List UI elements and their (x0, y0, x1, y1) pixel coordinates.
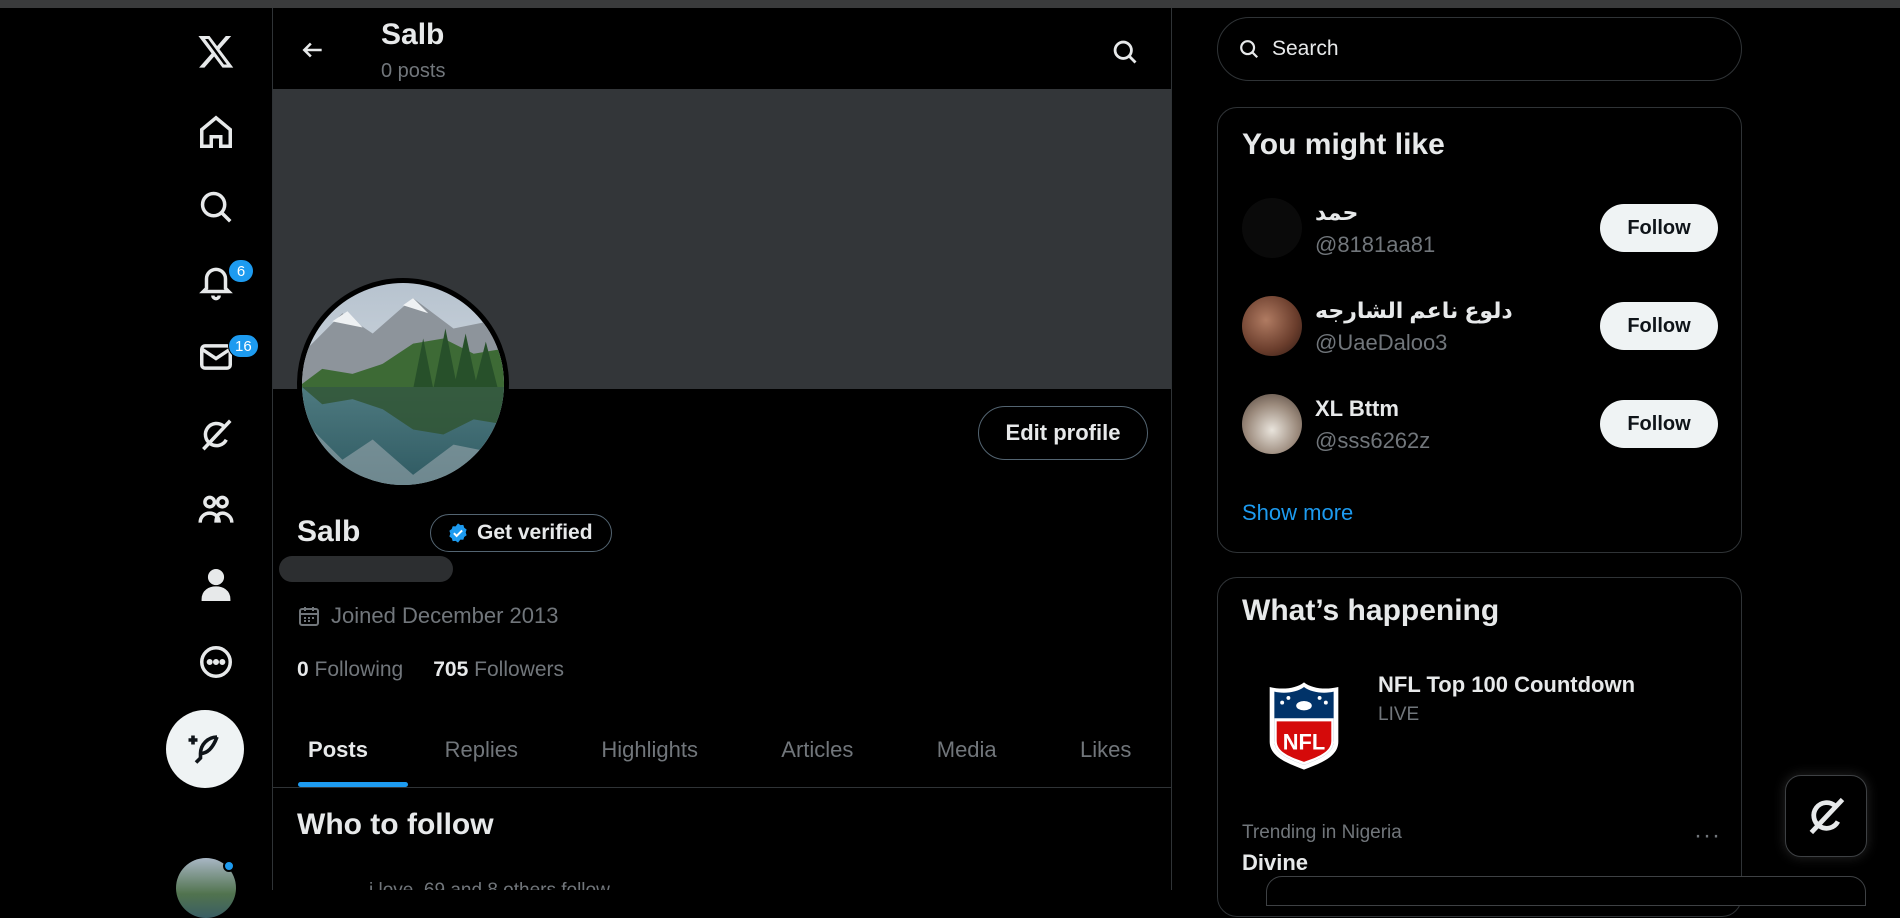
suggestion-item[interactable]: XL Bttm @sss6262z Follow (1242, 394, 1718, 456)
home-icon[interactable] (185, 101, 247, 163)
explore-search-icon[interactable] (185, 176, 247, 238)
nfl-logo[interactable]: NFL (1242, 664, 1366, 788)
trend-context: Trending in Nigeria (1242, 822, 1402, 843)
back-arrow-icon[interactable] (291, 28, 335, 72)
you-might-like-title: You might like (1242, 128, 1445, 161)
browser-top-strip (0, 0, 1900, 8)
account-status-dot (223, 860, 235, 872)
suggestion-name: دلوع ناعم الشارجه (1315, 298, 1513, 323)
suggestion-item[interactable]: حمد @8181aa81 Follow (1242, 198, 1718, 260)
suggestion-avatar[interactable] (1242, 394, 1302, 454)
edit-profile-button[interactable]: Edit profile (978, 406, 1148, 460)
whats-happening-card: What’s happening NFL NFL Top 100 Countdo… (1217, 577, 1742, 917)
profile-display-name: Salb (297, 515, 361, 548)
suggestion-handle: @sss6262z (1315, 428, 1431, 453)
joined-text: Joined December 2013 (331, 603, 559, 628)
who-to-follow-subtitle: i love_69 and 8 others follow (369, 880, 610, 890)
messages-badge: 16 (228, 334, 259, 358)
followers-link[interactable]: 705 Followers (433, 658, 564, 682)
header-post-count: 0 posts (381, 60, 446, 82)
follow-button[interactable]: Follow (1600, 400, 1718, 448)
profile-person-icon[interactable] (185, 554, 247, 616)
trend-title[interactable]: Divine (1242, 850, 1308, 876)
grok-icon (1809, 797, 1845, 835)
tab-highlights[interactable]: Highlights (560, 712, 740, 787)
notifications-bell-icon[interactable]: 6 (185, 251, 254, 313)
nfl-logo-text: NFL (1283, 729, 1325, 754)
suggestion-handle: @8181aa81 (1315, 232, 1436, 257)
whats-happening-title: What’s happening (1242, 594, 1500, 627)
profile-tabs: Posts Replies Highlights Articles Media … (273, 712, 1171, 788)
suggestion-item[interactable]: دلوع ناعم الشارجه @UaeDaloo3 Follow (1242, 296, 1718, 358)
x-logo-icon[interactable] (185, 20, 247, 82)
communities-icon[interactable] (185, 479, 247, 541)
left-navigation: 6 16 (160, 8, 272, 918)
featured-event-name[interactable]: NFL Top 100 Countdown (1378, 672, 1635, 698)
you-might-like-card: You might like حمد @8181aa81 Follow دلوع… (1217, 107, 1742, 553)
suggestion-name: XL Bttm (1315, 396, 1399, 421)
profile-header-bar: Salb 0 posts (273, 8, 1171, 89)
profile-avatar[interactable] (297, 278, 509, 490)
profile-column: Salb 0 posts Edit profile Salb Get verif… (272, 8, 1172, 890)
get-verified-button[interactable]: Get verified (430, 514, 612, 552)
more-options-icon[interactable] (185, 631, 247, 693)
grok-floating-button[interactable] (1785, 775, 1867, 857)
featured-event-status: LIVE (1378, 704, 1420, 725)
tab-articles[interactable]: Articles (740, 712, 895, 787)
right-sidebar: You might like حمد @8181aa81 Follow دلوع… (1217, 8, 1742, 917)
messages-drawer[interactable] (1266, 876, 1866, 906)
following-link[interactable]: 0 Following (297, 658, 403, 682)
calendar-icon (299, 607, 319, 626)
profile-search-icon[interactable] (1103, 30, 1147, 74)
profile-handle-redacted (279, 556, 453, 582)
verified-badge-icon (449, 523, 467, 543)
search-icon (1240, 40, 1259, 59)
messages-envelope-icon[interactable]: 16 (185, 326, 259, 388)
grok-icon[interactable] (185, 404, 247, 466)
trend-more-options-icon[interactable]: ··· (1694, 822, 1721, 850)
follow-button[interactable]: Follow (1600, 302, 1718, 350)
search-input[interactable] (1270, 36, 1690, 62)
nfl-shield-icon: NFL (1269, 682, 1339, 770)
follow-button[interactable]: Follow (1600, 204, 1718, 252)
header-profile-name: Salb (381, 18, 445, 51)
notifications-badge: 6 (228, 259, 254, 283)
tab-media[interactable]: Media (895, 712, 1038, 787)
feather-plus-icon (188, 735, 219, 764)
suggestion-avatar[interactable] (1242, 296, 1302, 356)
follow-stats: 0 Following 705 Followers (297, 658, 564, 682)
who-to-follow-title: Who to follow (297, 808, 494, 841)
show-more-link[interactable]: Show more (1242, 500, 1353, 526)
compose-post-button[interactable] (166, 710, 244, 788)
active-tab-indicator (298, 782, 408, 787)
tab-likes[interactable]: Likes (1038, 712, 1171, 787)
suggestion-name: حمد (1315, 200, 1359, 225)
suggestion-handle: @UaeDaloo3 (1315, 330, 1448, 355)
lake-mountain-avatar-image (302, 283, 504, 485)
get-verified-label: Get verified (477, 521, 593, 544)
joined-date: Joined December 2013 (297, 603, 558, 629)
tab-replies[interactable]: Replies (403, 712, 560, 787)
suggestion-avatar[interactable] (1242, 198, 1302, 258)
tab-posts[interactable]: Posts (273, 712, 408, 787)
search-bar[interactable] (1217, 17, 1742, 81)
